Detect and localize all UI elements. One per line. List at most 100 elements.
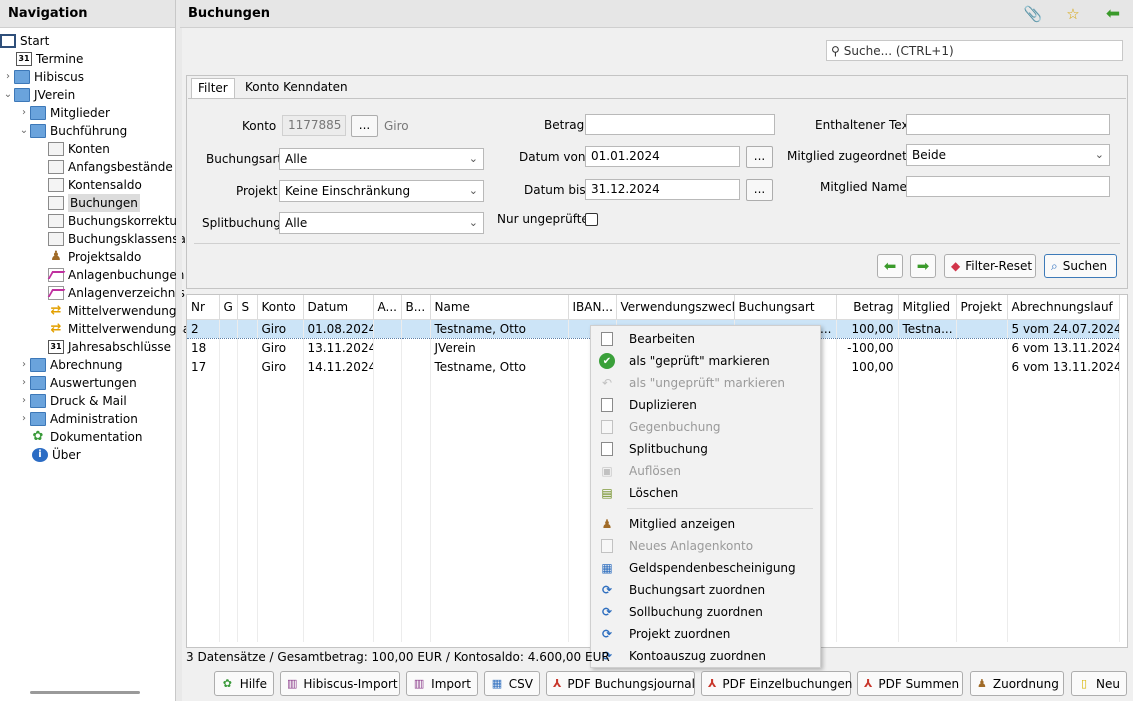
konto-select-button[interactable]: ... [351, 115, 378, 137]
hibiscus-import-button[interactable]: ▥ Hibiscus-Import [280, 671, 400, 696]
zuordnung-button[interactable]: ♟ Zuordnung [970, 671, 1064, 696]
column-header-a[interactable]: A... [373, 295, 402, 320]
tab-filter[interactable]: Filter [191, 78, 235, 100]
hilfe-button[interactable]: ✿ Hilfe [214, 671, 274, 696]
column-header-abrechnungslauf[interactable]: Abrechnungslauf [1007, 295, 1120, 320]
tree-item-anlagenverzeichnis[interactable]: Anlagenverzeichnis [48, 284, 185, 302]
tree-item-mitglieder[interactable]: › Mitglieder [18, 104, 110, 122]
tree-item-auswertungen[interactable]: › Auswertungen [18, 374, 137, 392]
tree-item-administration[interactable]: › Administration [18, 410, 138, 428]
menu-item-loeschen[interactable]: ▤ Löschen [591, 482, 820, 504]
tree-item-abrechnung[interactable]: › Abrechnung [18, 356, 123, 374]
tree-item-start[interactable]: Start [0, 32, 49, 50]
tree-item-buchungskorrektur[interactable]: Buchungskorrektur [48, 212, 182, 230]
star-icon[interactable]: ☆ [1060, 3, 1086, 27]
panel-splitter[interactable] [176, 0, 182, 701]
mitglied-zugeordnet-select[interactable]: Beide ⌄ [906, 144, 1110, 166]
chevron-down-icon[interactable]: ⌄ [18, 122, 30, 140]
tree-item-kontensaldo[interactable]: Kontensaldo [48, 176, 142, 194]
page-icon [601, 332, 613, 346]
csv-label: CSV [508, 676, 533, 691]
tree-item-buchfuehrung[interactable]: ⌄ Buchführung [18, 122, 127, 140]
column-header-name[interactable]: Name [430, 295, 569, 320]
import-button[interactable]: ▥ Import [406, 671, 478, 696]
cell-g [219, 357, 238, 376]
column-header-mitglied[interactable]: Mitglied [898, 295, 957, 320]
menu-item-buchungsart-zuordnen[interactable]: ⟳ Buchungsart zuordnen [591, 579, 820, 601]
previous-button[interactable]: ⬅ [877, 254, 903, 278]
tree-item-buchungsklassensaldo[interactable]: Buchungsklassensal [48, 230, 189, 248]
menu-item-bearbeiten[interactable]: Bearbeiten [591, 328, 820, 350]
chevron-right-icon[interactable]: › [18, 104, 30, 122]
horizontal-scrollbar[interactable] [30, 691, 140, 694]
column-header-nr[interactable]: Nr [187, 295, 220, 320]
nur-ungepruefte-checkbox[interactable] [585, 213, 598, 226]
search-input[interactable]: ⚲ Suche... (CTRL+1) [826, 40, 1123, 61]
enthaltener-text-field[interactable] [906, 114, 1110, 135]
chevron-right-icon[interactable]: › [18, 392, 30, 410]
projekt-value: Keine Einschränkung [285, 184, 411, 198]
tree-item-anlagenbuchungen[interactable]: Anlagenbuchungen [48, 266, 184, 284]
menu-item-geldspendenbescheinigung[interactable]: ▦ Geldspendenbescheinigung [591, 557, 820, 579]
menu-item-als-geprueft-markieren[interactable]: ✔ als "geprüft" markieren [591, 350, 820, 372]
menu-item-duplizieren[interactable]: Duplizieren [591, 394, 820, 416]
column-header-g[interactable]: G [219, 295, 238, 320]
tree-item-mittelverwendungsaldo[interactable]: ⇄ Mittelverwendungsa [48, 320, 191, 338]
splitbuchung-select[interactable]: Alle ⌄ [279, 212, 484, 234]
menu-item-splitbuchung[interactable]: Splitbuchung [591, 438, 820, 460]
pdf-buchungsjournal-button[interactable]: ⅄ PDF Buchungsjournal [546, 671, 695, 696]
back-arrow-icon[interactable]: ⬅ [1100, 3, 1126, 27]
chevron-right-icon[interactable]: › [18, 374, 30, 392]
attachment-icon[interactable]: 📎 [1020, 3, 1046, 27]
tree-item-buchungen[interactable]: Buchungen [48, 194, 140, 212]
user-icon: ♟ [50, 249, 62, 264]
tree-item-mittelverwendung[interactable]: ⇄ Mittelverwendung [48, 302, 177, 320]
column-header-verwendungszweck[interactable]: Verwendungszweck [616, 295, 735, 320]
column-header-datum[interactable]: Datum [303, 295, 374, 320]
column-header-betrag[interactable]: Betrag [836, 295, 899, 320]
csv-button[interactable]: ▦ CSV [484, 671, 540, 696]
column-header-s[interactable]: S [237, 295, 258, 320]
cell-nr: 2 [187, 318, 220, 339]
tree-item-anfangsbestaende[interactable]: Anfangsbestände [48, 158, 173, 176]
tree-item-dokumentation[interactable]: ✿ Dokumentation [30, 428, 143, 446]
projekt-select[interactable]: Keine Einschränkung ⌄ [279, 180, 484, 202]
filter-reset-button[interactable]: ◆ Filter-Reset [944, 254, 1036, 278]
tree-item-label: Termine [36, 52, 84, 66]
pdf-summen-button[interactable]: ⅄ PDF Summen [857, 671, 963, 696]
next-button[interactable]: ➡ [910, 254, 936, 278]
buchungsart-select[interactable]: Alle ⌄ [279, 148, 484, 170]
neu-button[interactable]: ▯ Neu [1071, 671, 1127, 696]
menu-item-projekt-zuordnen[interactable]: ⟳ Projekt zuordnen [591, 623, 820, 645]
mitglied-name-field[interactable] [906, 176, 1110, 197]
datum-von-field[interactable]: 01.01.2024 [585, 146, 740, 167]
column-header-iban[interactable]: IBAN... [568, 295, 617, 320]
tree-item-druck-mail[interactable]: › Druck & Mail [18, 392, 127, 410]
tree-item-konten[interactable]: Konten [48, 140, 110, 158]
tree-item-hibiscus[interactable]: › Hibiscus [2, 68, 84, 86]
chevron-down-icon[interactable]: ⌄ [2, 86, 14, 104]
tree-item-jahresabschluesse[interactable]: 31 Jahresabschlüsse [48, 338, 171, 356]
column-header-konto[interactable]: Konto [257, 295, 304, 320]
menu-item-kontoauszug-zuordnen[interactable]: ⟳ Kontoauszug zuordnen [591, 645, 820, 667]
suchen-button[interactable]: ⌕ Suchen [1044, 254, 1117, 278]
chevron-right-icon[interactable]: › [18, 356, 30, 374]
column-header-projekt[interactable]: Projekt [956, 295, 1008, 320]
datum-von-picker-button[interactable]: ... [746, 146, 773, 168]
menu-item-mitglied-anzeigen[interactable]: ♟ Mitglied anzeigen [591, 513, 820, 535]
column-header-buchungsart[interactable]: Buchungsart [734, 295, 837, 320]
datum-bis-label: Datum bis [524, 183, 586, 197]
tree-item-jverein[interactable]: ⌄ JVerein [2, 86, 75, 104]
column-header-b[interactable]: B... [401, 295, 431, 320]
menu-item-sollbuchung-zuordnen[interactable]: ⟳ Sollbuchung zuordnen [591, 601, 820, 623]
tree-item-termine[interactable]: 31 Termine [16, 50, 83, 68]
tree-item-projektsaldo[interactable]: ♟ Projektsaldo [48, 248, 141, 266]
tab-konto-kenndaten[interactable]: Konto Kenndaten [239, 78, 354, 98]
betrag-field[interactable] [585, 114, 775, 135]
datum-bis-picker-button[interactable]: ... [746, 179, 773, 201]
chevron-right-icon[interactable]: › [18, 410, 30, 428]
chevron-right-icon[interactable]: › [2, 68, 14, 86]
pdf-einzelbuchungen-button[interactable]: ⅄ PDF Einzelbuchungen [701, 671, 852, 696]
tree-item-ueber[interactable]: i Über [32, 446, 81, 464]
datum-bis-field[interactable]: 31.12.2024 [585, 179, 740, 200]
